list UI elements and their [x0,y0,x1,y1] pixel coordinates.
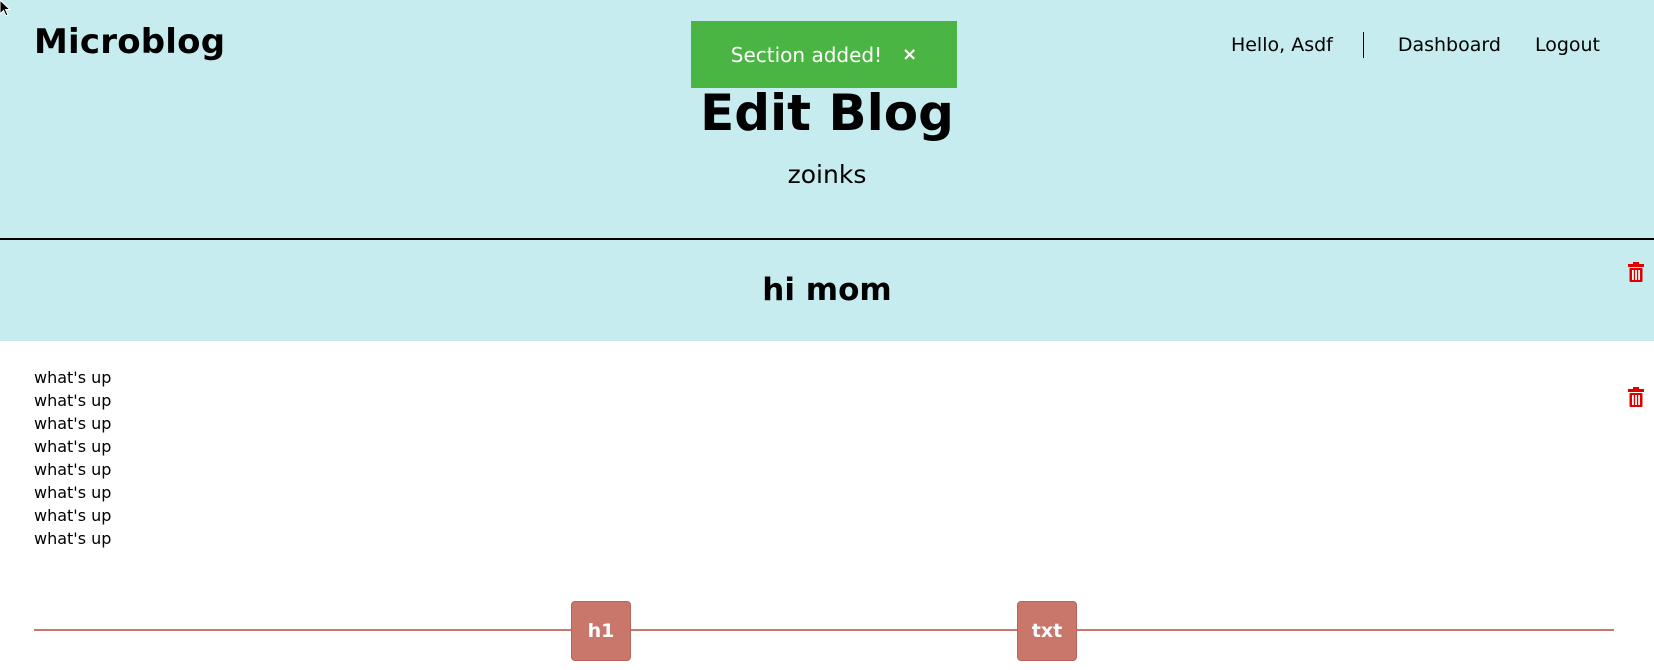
add-h1-button[interactable]: h1 [571,601,631,661]
trash-icon[interactable] [1628,262,1644,282]
trash-icon[interactable] [1628,387,1644,407]
text-section[interactable]: what's up what's up what's up what's up … [34,366,111,550]
text-line: what's up [34,368,112,387]
text-line: what's up [34,437,112,456]
text-line: what's up [34,529,112,548]
text-line: what's up [34,414,112,433]
section-heading-text[interactable]: hi mom [0,272,1654,308]
blog-subtitle: zoinks [787,160,867,189]
text-line: what's up [34,460,112,479]
toast-notification: Section added! × [691,21,957,88]
page-title: Edit Blog [700,84,954,142]
nav-divider [1362,32,1364,58]
top-nav: Hello, Asdf Dashboard Logout [1231,32,1600,58]
text-line: what's up [34,391,112,410]
toast-message: Section added! [730,42,883,67]
heading-section: hi mom [0,240,1654,341]
add-txt-button[interactable]: txt [1017,601,1077,661]
nav-logout-link[interactable]: Logout [1535,34,1600,56]
toast-close-button[interactable]: × [902,44,917,65]
text-line: what's up [34,506,112,525]
nav-dashboard-link[interactable]: Dashboard [1398,34,1501,56]
brand-logo[interactable]: Microblog [34,22,225,62]
mouse-cursor-icon [0,0,12,17]
user-greeting: Hello, Asdf [1230,34,1333,56]
header: Microblog Section added! × Hello, Asdf D… [0,0,1654,240]
text-line: what's up [34,483,112,502]
add-section-divider [34,629,1614,631]
